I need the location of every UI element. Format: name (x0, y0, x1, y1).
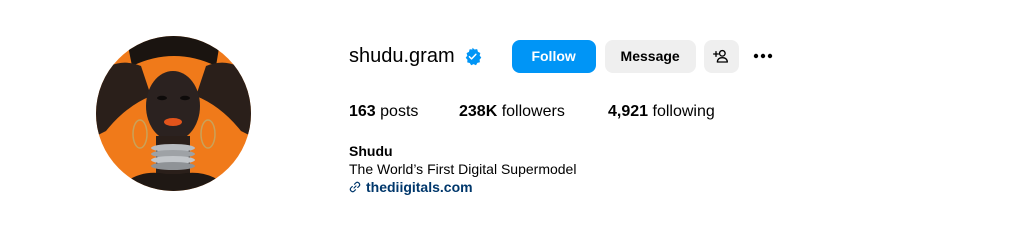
following-label: following (652, 103, 715, 120)
bio-description: The World’s First Digital Supermodel (349, 161, 577, 177)
username: shudu.gram (349, 45, 455, 67)
link-icon (349, 181, 361, 193)
message-button[interactable]: Message (604, 39, 696, 73)
following-stat[interactable]: 4,921 following (608, 101, 715, 123)
follow-button[interactable]: Follow (511, 39, 596, 73)
profile-stats: 163 posts 238K followers 4,921 following (349, 101, 715, 123)
bio-link[interactable]: thediigitals.com (349, 178, 576, 196)
bio-link-text: thediigitals.com (366, 179, 473, 195)
profile-bio: Shudu The World’s First Digital Supermod… (349, 142, 576, 196)
followers-count: 238K (459, 103, 498, 120)
followers-label: followers (501, 103, 565, 120)
more-options-icon (751, 44, 775, 68)
more-options-button[interactable] (748, 40, 778, 73)
display-name: Shudu (349, 143, 393, 159)
followers-stat[interactable]: 238K followers (459, 101, 608, 123)
profile-top-row: shudu.gram Follow Message (349, 39, 778, 73)
posts-count: 163 (349, 103, 376, 120)
avatar[interactable] (96, 36, 251, 191)
suggested-accounts-button[interactable] (703, 39, 739, 73)
following-count: 4,921 (608, 103, 649, 120)
person-add-icon (713, 48, 729, 64)
profile-header: shudu.gram Follow Message 163 posts 238K… (0, 0, 1024, 242)
avatar-image (96, 36, 251, 191)
verified-badge-icon (463, 47, 482, 66)
posts-stat: 163 posts (349, 101, 459, 123)
posts-label: posts (380, 103, 419, 120)
